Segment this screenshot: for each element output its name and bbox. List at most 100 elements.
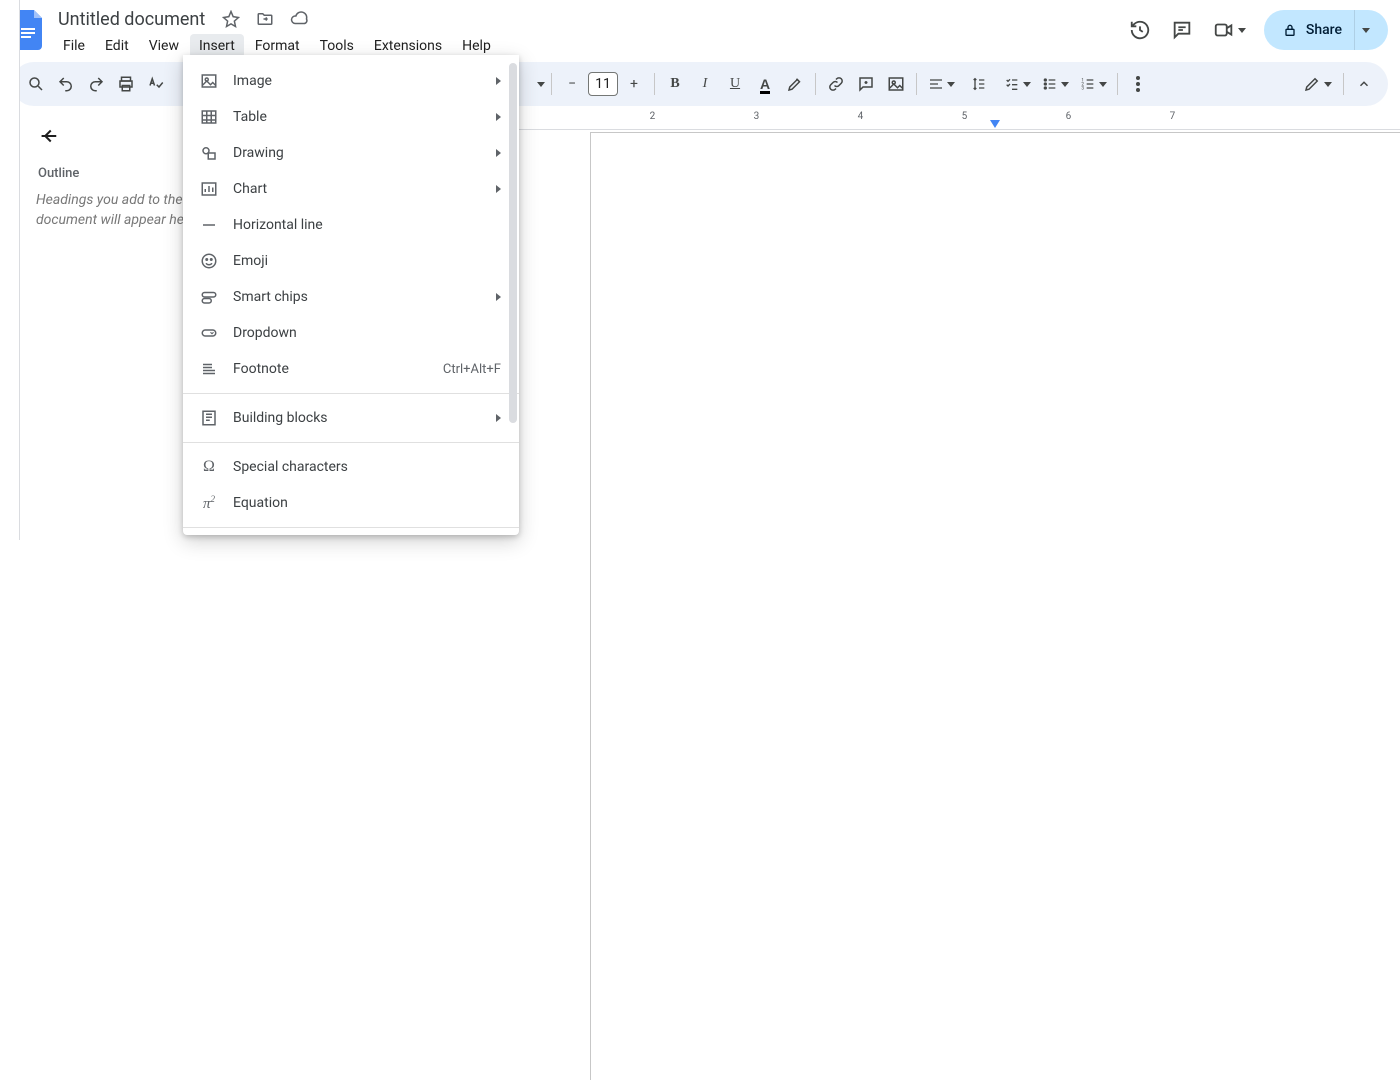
- buildingblocks-icon: [199, 408, 219, 428]
- menu-item-image[interactable]: Image: [183, 63, 519, 99]
- menu-item-label: Emoji: [233, 253, 501, 269]
- lock-icon: [1282, 22, 1298, 38]
- undo-button[interactable]: [52, 70, 80, 98]
- menu-item-label: Smart chips: [233, 289, 482, 305]
- menu-item-footnote[interactable]: Footnote Ctrl+Alt+F: [183, 351, 519, 387]
- insert-link-button[interactable]: [822, 70, 850, 98]
- menu-item-dropdown[interactable]: Dropdown: [183, 315, 519, 351]
- page[interactable]: [590, 132, 1400, 1080]
- menu-divider: [183, 393, 519, 394]
- menu-item-table[interactable]: Table: [183, 99, 519, 135]
- menu-edit[interactable]: Edit: [96, 34, 138, 58]
- insert-image-button[interactable]: [882, 70, 910, 98]
- comments-icon[interactable]: [1168, 16, 1196, 44]
- ruler-tick: 4: [858, 111, 864, 122]
- search-icon[interactable]: [22, 70, 50, 98]
- chevron-right-icon: [496, 145, 501, 161]
- dropdown-icon: [199, 323, 219, 343]
- ruler-tick: 3: [754, 111, 760, 122]
- menu-item-label: Horizontal line: [233, 217, 501, 233]
- chevron-right-icon: [496, 410, 501, 426]
- equation-icon: π2: [199, 493, 219, 513]
- menu-item-chart[interactable]: Chart: [183, 171, 519, 207]
- font-size-input[interactable]: 11: [588, 72, 618, 96]
- drawing-icon: [199, 143, 219, 163]
- menu-divider: [183, 442, 519, 443]
- meet-icon[interactable]: [1210, 16, 1250, 44]
- hline-icon: [199, 215, 219, 235]
- insert-menu-dropdown: Image Table Drawing Chart Horizontal line Emo…: [183, 55, 519, 535]
- chevron-right-icon: [496, 109, 501, 125]
- chevron-right-icon: [496, 181, 501, 197]
- menu-item-label: Special characters: [233, 459, 501, 475]
- share-label: Share: [1306, 22, 1342, 38]
- menu-item-label: Footnote: [233, 361, 429, 377]
- menu-item-label: Chart: [233, 181, 482, 197]
- ruler-tick: 7: [1170, 111, 1176, 122]
- bold-button[interactable]: B: [661, 70, 689, 98]
- menu-item-equation[interactable]: π2 Equation: [183, 485, 519, 521]
- checklist-button[interactable]: [999, 70, 1035, 98]
- share-button[interactable]: Share: [1264, 10, 1388, 50]
- decrease-font-button[interactable]: −: [558, 70, 586, 98]
- chart-icon: [199, 179, 219, 199]
- menu-item-horizontal-line[interactable]: Horizontal line: [183, 207, 519, 243]
- app-header: Untitled document FileEditViewInsertForm…: [0, 0, 1400, 58]
- numbered-list-button[interactable]: 123: [1075, 70, 1111, 98]
- ruler-right-indent-marker[interactable]: [990, 120, 1000, 128]
- vertical-ruler: [0, 0, 20, 540]
- star-icon[interactable]: [219, 7, 243, 31]
- menu-file[interactable]: File: [54, 34, 94, 58]
- bulleted-list-button[interactable]: [1037, 70, 1073, 98]
- menu-item-label: Image: [233, 73, 482, 89]
- omega-icon: Ω: [199, 457, 219, 477]
- ruler-tick: 6: [1066, 111, 1072, 122]
- menu-item-label: Equation: [233, 495, 501, 511]
- ruler-tick: 2: [650, 111, 656, 122]
- chevron-right-icon: [496, 289, 501, 305]
- increase-font-button[interactable]: +: [620, 70, 648, 98]
- text-color-button[interactable]: A: [751, 70, 779, 98]
- svg-text:3: 3: [1081, 85, 1084, 91]
- chevron-right-icon: [496, 73, 501, 89]
- emoji-icon: [199, 251, 219, 271]
- ruler-tick: 5: [962, 111, 968, 122]
- menu-item-label: Building blocks: [233, 410, 482, 426]
- menu-divider: [183, 527, 519, 528]
- menu-item-label: Drawing: [233, 145, 482, 161]
- highlight-button[interactable]: [781, 70, 809, 98]
- move-to-folder-icon[interactable]: [253, 7, 277, 31]
- menu-item-drawing[interactable]: Drawing: [183, 135, 519, 171]
- cloud-status-icon[interactable]: [287, 7, 311, 31]
- menu-item-building-blocks[interactable]: Building blocks: [183, 400, 519, 436]
- collapse-toolbar-button[interactable]: [1350, 70, 1378, 98]
- smartchips-icon: [199, 287, 219, 307]
- chevron-down-icon[interactable]: [537, 82, 545, 87]
- menu-item-emoji[interactable]: Emoji: [183, 243, 519, 279]
- share-caret[interactable]: [1354, 10, 1374, 50]
- menu-shortcut: Ctrl+Alt+F: [443, 362, 501, 377]
- editing-mode-button[interactable]: [1297, 70, 1337, 98]
- menu-item-special-characters[interactable]: Ω Special characters: [183, 449, 519, 485]
- image-icon: [199, 71, 219, 91]
- chevron-down-icon: [1238, 28, 1246, 33]
- menu-item-smart-chips[interactable]: Smart chips: [183, 279, 519, 315]
- menu-view[interactable]: View: [140, 34, 188, 58]
- underline-button[interactable]: U: [721, 70, 749, 98]
- redo-button[interactable]: [82, 70, 110, 98]
- history-icon[interactable]: [1126, 16, 1154, 44]
- scrollbar-thumb[interactable]: [509, 63, 517, 423]
- menu-item-label: Dropdown: [233, 325, 501, 341]
- italic-button[interactable]: I: [691, 70, 719, 98]
- spellcheck-button[interactable]: [142, 70, 170, 98]
- line-spacing-button[interactable]: [961, 70, 997, 98]
- menu-item-label: Table: [233, 109, 482, 125]
- document-title[interactable]: Untitled document: [54, 7, 209, 32]
- table-icon: [199, 107, 219, 127]
- more-button[interactable]: [1124, 70, 1152, 98]
- footnote-icon: [199, 359, 219, 379]
- align-button[interactable]: [923, 70, 959, 98]
- add-comment-button[interactable]: [852, 70, 880, 98]
- outline-back-button[interactable]: [36, 124, 60, 148]
- print-button[interactable]: [112, 70, 140, 98]
